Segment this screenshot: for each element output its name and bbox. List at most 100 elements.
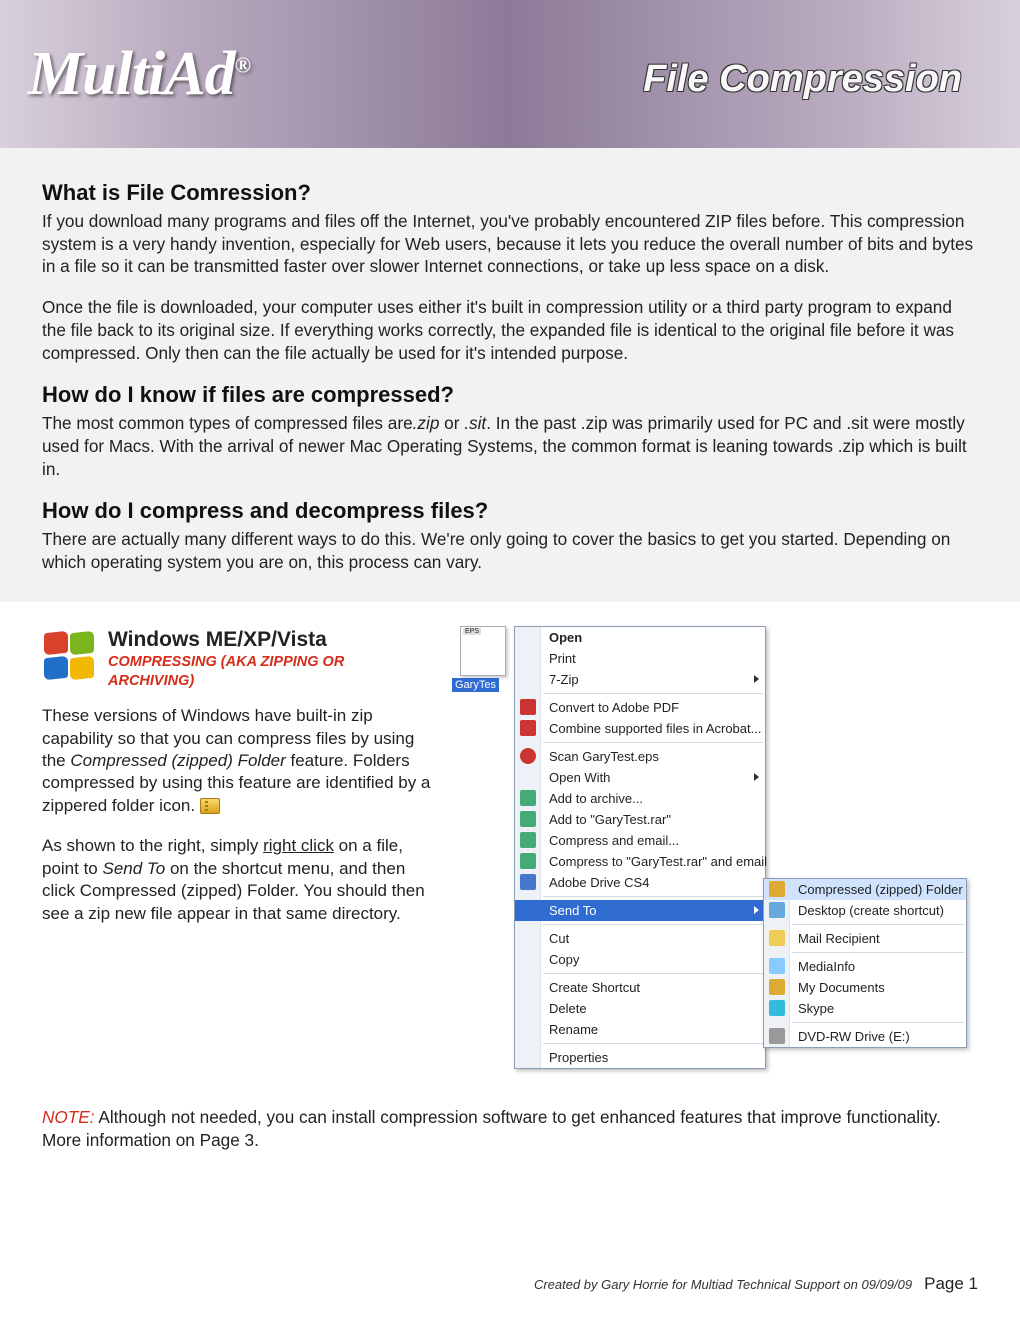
menu-item-label: Open With — [549, 770, 610, 785]
windows-subtitle: COMPRESSING (AKA ZIPPING OR ARCHIVING) — [108, 653, 388, 691]
menu-item-label: Combine supported files in Acrobat... — [549, 721, 761, 736]
left-column: Windows ME/XP/Vista COMPRESSING (AKA ZIP… — [42, 626, 442, 1066]
menu-item[interactable]: Create Shortcut — [515, 977, 765, 998]
menu-item[interactable]: My Documents — [764, 977, 966, 998]
menu-item-icon — [769, 902, 785, 918]
menu-item[interactable]: Desktop (create shortcut) — [764, 900, 966, 921]
heading-what-is: What is File Comression? — [42, 180, 978, 206]
menu-item-icon — [769, 930, 785, 946]
menu-item-icon — [520, 720, 536, 736]
content-upper: What is File Comression? If you download… — [0, 148, 1020, 602]
menu-item-label: Copy — [549, 952, 579, 967]
menu-item-label: Scan GaryTest.eps — [549, 749, 659, 764]
note-label: NOTE: — [42, 1107, 95, 1127]
menu-item-label: Desktop (create shortcut) — [798, 903, 944, 918]
menu-item-label: Add to archive... — [549, 791, 643, 806]
banner-title: File Compression — [643, 58, 962, 101]
menu-item-label: Add to "GaryTest.rar" — [549, 812, 671, 827]
menu-item[interactable]: Properties — [515, 1047, 765, 1068]
menu-item-icon — [769, 1028, 785, 1044]
win-para-1: These versions of Windows have built-in … — [42, 705, 442, 817]
windows-logo-icon — [42, 630, 96, 684]
context-menu-sendto: Compressed (zipped) Folder Desktop (creat… — [763, 878, 967, 1048]
footer: Created by Gary Horrie for Multiad Techn… — [534, 1274, 978, 1294]
para-s2-1: The most common types of compressed file… — [42, 412, 978, 480]
menu-item-label: Properties — [549, 1050, 608, 1065]
menu-item-label: Compress to "GaryTest.rar" and email — [549, 854, 767, 869]
menu-item-icon — [520, 874, 536, 890]
menu-item[interactable]: Mail Recipient — [764, 928, 966, 949]
menu-item-label: Open — [549, 630, 582, 645]
para-s3-1: There are actually many different ways t… — [42, 528, 978, 573]
menu-item[interactable]: Skype — [764, 998, 966, 1019]
menu-item[interactable]: Cut — [515, 928, 765, 949]
submenu-arrow-icon — [754, 906, 759, 914]
menu-item[interactable]: DVD-RW Drive (E:) — [764, 1026, 966, 1047]
menu-item-label: Create Shortcut — [549, 980, 640, 995]
menu-item-label: Delete — [549, 1001, 587, 1016]
menu-item[interactable]: Compressed (zipped) Folder — [764, 879, 966, 900]
menu-item[interactable]: Print — [515, 648, 765, 669]
menu-item[interactable]: Rename — [515, 1019, 765, 1040]
content-lower: Windows ME/XP/Vista COMPRESSING (AKA ZIP… — [0, 602, 1020, 1066]
menu-item-label: Mail Recipient — [798, 931, 880, 946]
menu-item[interactable]: Open With — [515, 767, 765, 788]
menu-item-icon — [769, 958, 785, 974]
file-label: GaryTes — [452, 678, 499, 692]
heading-how-compress: How do I compress and decompress files? — [42, 498, 978, 524]
context-menu-screenshot: GaryTes OpenPrint7-ZipConvert to Adobe P… — [460, 626, 978, 1066]
menu-item-label: Send To — [549, 903, 596, 918]
logo-text: MultiAd — [28, 40, 235, 108]
windows-title: Windows ME/XP/Vista — [108, 626, 388, 654]
para-s1-1: If you download many programs and files … — [42, 210, 978, 278]
submenu-arrow-icon — [754, 675, 759, 683]
zipped-folder-icon — [200, 798, 220, 814]
menu-item[interactable]: Add to archive... — [515, 788, 765, 809]
menu-item-label: DVD-RW Drive (E:) — [798, 1029, 910, 1044]
menu-item-label: MediaInfo — [798, 959, 855, 974]
menu-item[interactable]: Send To — [515, 900, 765, 921]
registered-mark: ® — [235, 52, 250, 77]
menu-item[interactable]: Delete — [515, 998, 765, 1019]
menu-item[interactable]: MediaInfo — [764, 956, 966, 977]
menu-item-label: Cut — [549, 931, 569, 946]
menu-item-icon — [520, 699, 536, 715]
menu-item-label: Print — [549, 651, 576, 666]
menu-item-icon — [769, 979, 785, 995]
context-menu-primary: Open Print 7-Zip Convert to Adobe PDF Combin… — [514, 626, 766, 1069]
menu-item[interactable]: Open — [515, 627, 765, 648]
menu-item[interactable]: Compress to "GaryTest.rar" and email — [515, 851, 765, 872]
footer-credit: Created by Gary Horrie for Multiad Techn… — [534, 1277, 912, 1292]
banner: MultiAd® File Compression — [0, 0, 1020, 148]
menu-item[interactable]: Copy — [515, 949, 765, 970]
menu-item-icon — [520, 832, 536, 848]
note-text: Although not needed, you can install com… — [42, 1107, 941, 1150]
menu-item[interactable]: Add to "GaryTest.rar" — [515, 809, 765, 830]
menu-item-label: Convert to Adobe PDF — [549, 700, 679, 715]
menu-item-label: Adobe Drive CS4 — [549, 875, 649, 890]
submenu-arrow-icon — [754, 773, 759, 781]
menu-item-icon — [520, 748, 536, 764]
footer-page: Page 1 — [924, 1274, 978, 1294]
logo: MultiAd® — [28, 39, 250, 110]
note-block: NOTE: Although not needed, you can insta… — [0, 1066, 1020, 1152]
menu-item[interactable]: Compress and email... — [515, 830, 765, 851]
menu-item-label: 7-Zip — [549, 672, 579, 687]
menu-item-label: Compress and email... — [549, 833, 679, 848]
menu-item-label: Compressed (zipped) Folder — [798, 882, 963, 897]
menu-item-icon — [520, 853, 536, 869]
menu-item[interactable]: Combine supported files in Acrobat... — [515, 718, 765, 739]
win-para-2: As shown to the right, simply right clic… — [42, 835, 442, 925]
menu-item-icon — [520, 790, 536, 806]
heading-how-know: How do I know if files are compressed? — [42, 382, 978, 408]
menu-item[interactable]: Scan GaryTest.eps — [515, 746, 765, 767]
menu-item-icon — [769, 881, 785, 897]
menu-item[interactable]: Adobe Drive CS4 — [515, 872, 765, 893]
menu-item[interactable]: 7-Zip — [515, 669, 765, 690]
para-s1-2: Once the file is downloaded, your comput… — [42, 296, 978, 364]
menu-item-label: My Documents — [798, 980, 885, 995]
menu-item-label: Rename — [549, 1022, 598, 1037]
menu-item-icon — [769, 1000, 785, 1016]
menu-item-icon — [520, 811, 536, 827]
menu-item[interactable]: Convert to Adobe PDF — [515, 697, 765, 718]
